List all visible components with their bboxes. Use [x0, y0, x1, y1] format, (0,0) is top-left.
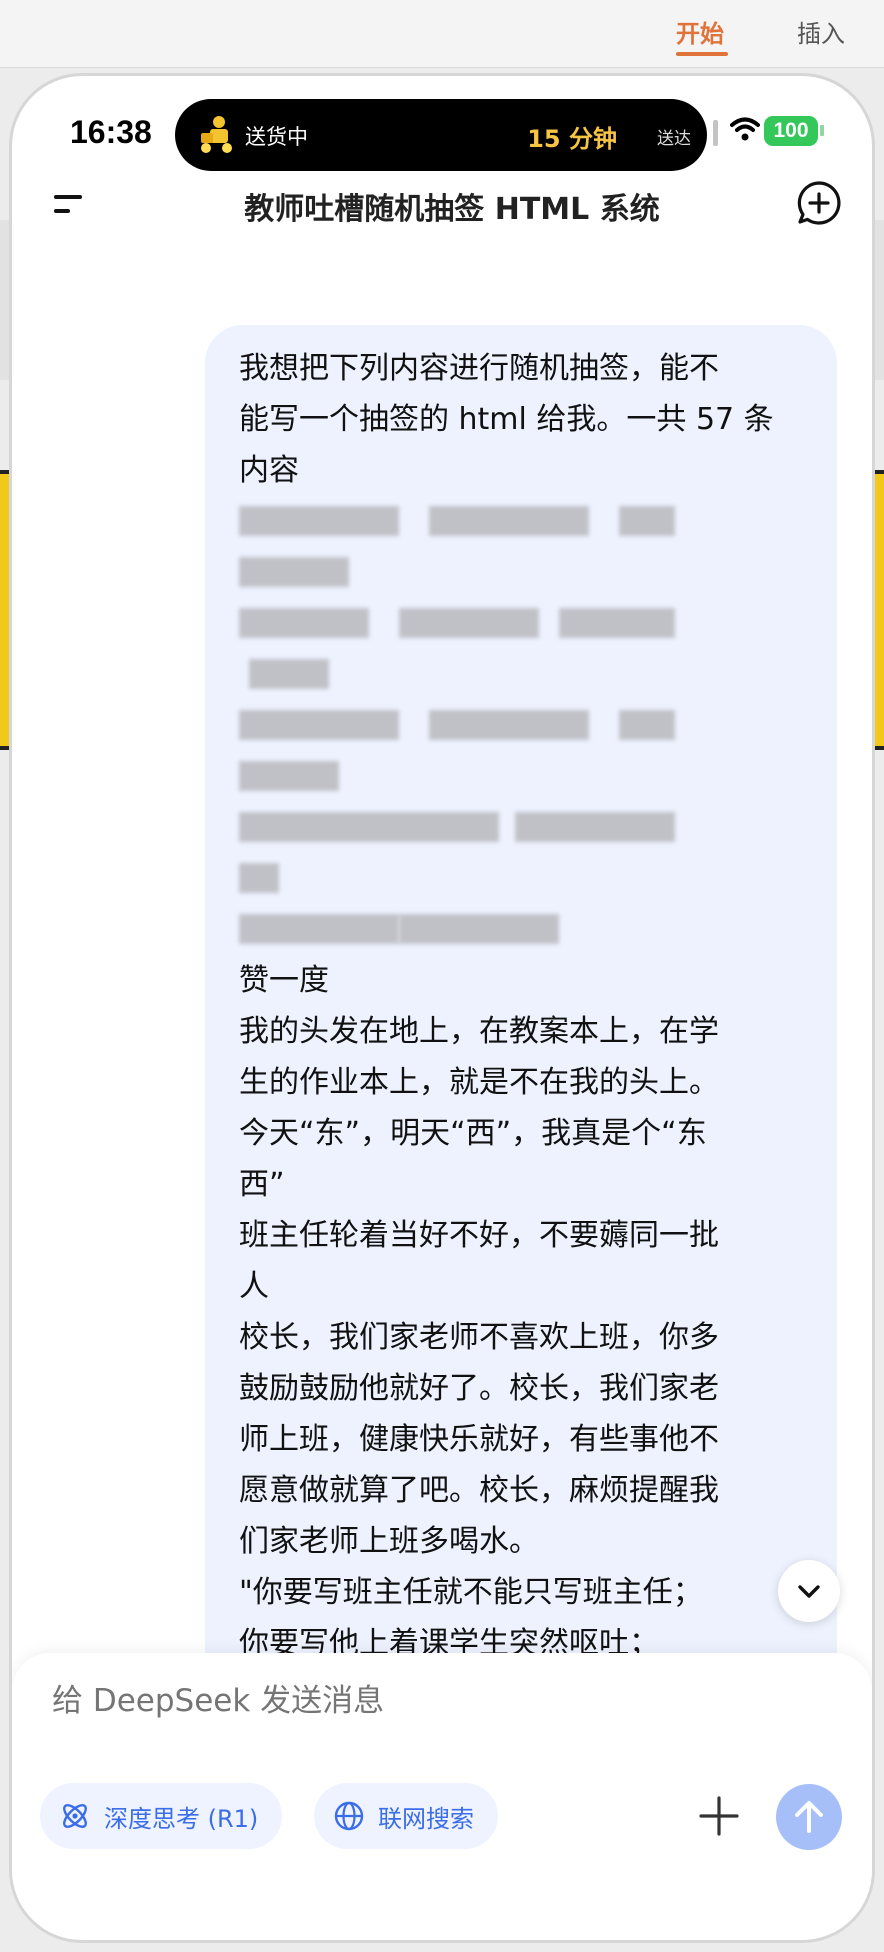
- user-message-bubble: 我想把下列内容进行随机抽签，能不 能写一个抽签的 html 给我。一共 57 条…: [205, 325, 837, 1845]
- message-line: 鼓励鼓励他就好了。校长，我们家老: [239, 1371, 719, 1406]
- message-line: 校长，我们家老师不喜欢上班，你多: [239, 1320, 719, 1355]
- message-line: 今天“东”，明天“西”，我真是个“东: [239, 1116, 707, 1151]
- menu-icon[interactable]: [42, 180, 92, 230]
- activity-eta: 15 分钟: [527, 125, 617, 153]
- message-line: 愿意做就算了吧。校长，麻烦提醒我: [239, 1473, 719, 1508]
- composer: 深度思考 (R1) 联网搜索: [12, 1653, 872, 1940]
- message-line: 人: [239, 1269, 269, 1304]
- redacted-line: [239, 700, 807, 751]
- message-line: 内容: [239, 453, 299, 488]
- message-line: "你要写班主任就不能只写班主任；: [239, 1575, 703, 1610]
- ribbon-tab-start[interactable]: 开始: [676, 14, 724, 49]
- redacted-line: [239, 904, 807, 955]
- send-button[interactable]: [776, 1784, 842, 1850]
- redacted-line: [239, 802, 807, 853]
- message-line: 班主任轮着当好不好，不要薅同一批: [239, 1218, 719, 1253]
- redacted-line: [239, 649, 807, 700]
- live-activity-island[interactable]: 送货中 15 分钟 送达: [175, 99, 707, 171]
- redacted-line: [239, 496, 807, 547]
- atom-icon: [63, 1804, 87, 1828]
- wifi-icon: [730, 117, 760, 141]
- message-line: 生的作业本上，就是不在我的头上。: [239, 1065, 719, 1100]
- web-search-label: 联网搜索: [378, 1804, 474, 1833]
- battery-cap: [820, 125, 824, 136]
- scroll-to-bottom-button[interactable]: [778, 1560, 840, 1622]
- new-chat-icon[interactable]: [794, 178, 844, 228]
- message-line: 我的头发在地上，在教案本上，在学: [239, 1014, 719, 1049]
- page-title: 教师吐槽随机抽签 HTML 系统: [244, 192, 660, 227]
- delivery-rider-icon: [201, 116, 232, 153]
- message-line: 师上班，健康快乐就好，有些事他不: [239, 1422, 719, 1457]
- ribbon-tab-insert[interactable]: 插入: [797, 14, 845, 49]
- redacted-line: [239, 598, 807, 649]
- activity-status: 送货中: [245, 125, 308, 149]
- phone-screen: 16:38 送货中 15 分钟 送达 100 教师吐槽随机抽签 HTML 系统 …: [12, 76, 872, 1940]
- chevron-down-icon: [798, 1585, 820, 1598]
- message-line: 们家老师上班多喝水。: [239, 1524, 539, 1559]
- deep-think-label: 深度思考 (R1): [104, 1804, 259, 1833]
- ribbon-tab-indicator: [676, 52, 728, 56]
- web-search-toggle[interactable]: 联网搜索: [314, 1783, 498, 1849]
- deep-think-toggle[interactable]: 深度思考 (R1): [40, 1783, 283, 1849]
- message-line: 能写一个抽签的 html 给我。一共 57 条: [239, 402, 774, 437]
- message-line-partial: 赞一度: [239, 963, 329, 998]
- globe-icon: [334, 1801, 364, 1831]
- activity-eta-suffix: 送达: [657, 129, 691, 149]
- message-line: 我想把下列内容进行随机抽签，能不: [239, 351, 719, 386]
- battery-indicator: 100: [764, 116, 818, 146]
- redacted-line: [239, 547, 807, 598]
- redacted-line: [239, 751, 807, 802]
- redacted-line: [239, 853, 807, 904]
- message-input[interactable]: [52, 1683, 752, 1719]
- attach-plus-icon[interactable]: [696, 1793, 742, 1839]
- status-time: 16:38: [70, 114, 152, 150]
- arrow-up-icon: [795, 1801, 823, 1833]
- message-line: 西”: [239, 1167, 285, 1202]
- background-app-ribbon: 开始 插入: [0, 0, 884, 68]
- signal-icon: [713, 120, 718, 146]
